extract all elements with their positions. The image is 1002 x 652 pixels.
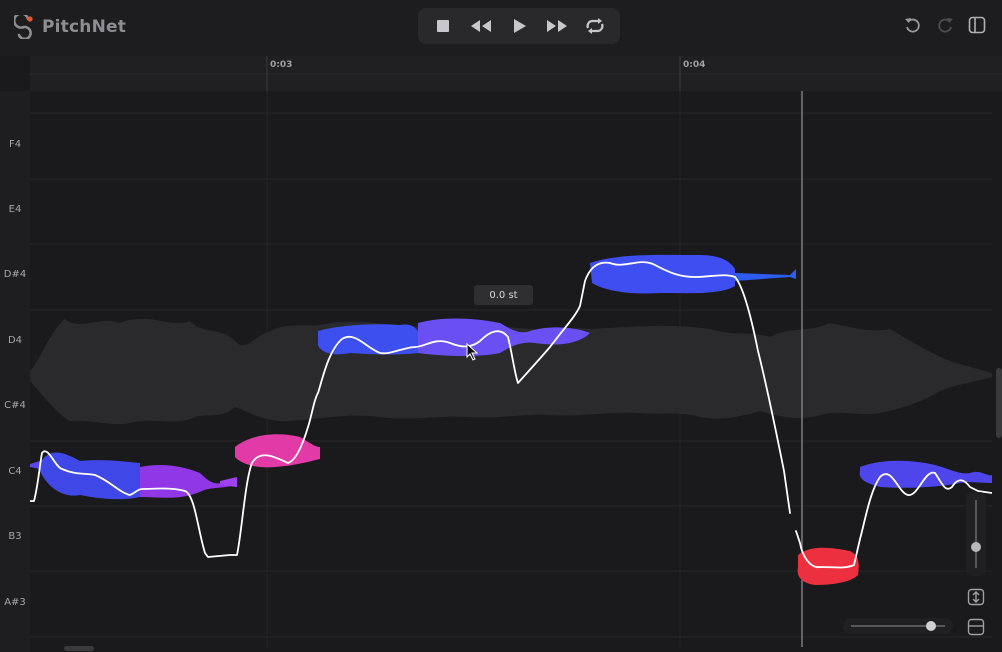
piano-key-label: B3: [8, 531, 22, 542]
panel-toggle-icon: [968, 16, 986, 34]
piano-key-label: C4: [8, 466, 22, 477]
piano-keyboard: F4 E4 D#4 D4 C#4 C4 B3 A#3: [0, 91, 30, 652]
vertical-scrollbar[interactable]: [996, 368, 1002, 438]
piano-key-label: D4: [7, 335, 23, 346]
fit-horizontal-icon: [967, 618, 985, 636]
note-blob[interactable]: [30, 461, 40, 469]
ruler-ticks: [30, 56, 1002, 91]
mouse-cursor-icon: [466, 343, 479, 361]
piano-key-label: F4: [8, 139, 22, 150]
play-button[interactable]: [505, 12, 533, 40]
timeline-ruler[interactable]: 0:03 0:04: [30, 56, 1002, 91]
fast-forward-icon: [547, 20, 567, 32]
piano-key-label: D#4: [3, 269, 27, 280]
fit-horizontal-button[interactable]: [966, 617, 986, 637]
transport-controls: [418, 8, 620, 44]
pitch-offset-tooltip: 0.0 st: [474, 285, 533, 305]
pitch-editor: 0:03 0:04 F4 E4 D#4 D4 C#4 C4 B3 A#3 0.0…: [0, 56, 1002, 652]
loop-icon: [586, 18, 604, 34]
note-blob[interactable]: [859, 460, 992, 488]
app-logo: PitchNet: [14, 13, 126, 41]
rewind-button[interactable]: [467, 12, 495, 40]
redo-icon: [938, 18, 953, 33]
top-bar: PitchNet: [0, 0, 1002, 56]
note-blob[interactable]: [590, 254, 735, 294]
piano-key-label: C#4: [4, 400, 26, 411]
note-blob[interactable]: [235, 434, 320, 468]
loop-button[interactable]: [581, 12, 609, 40]
panel-toggle-button[interactable]: [966, 14, 988, 36]
piano-key-label: E4: [8, 204, 22, 215]
undo-icon: [905, 18, 920, 33]
horizontal-zoom-thumb[interactable]: [925, 621, 936, 631]
horizontal-zoom-slider[interactable]: [843, 618, 953, 634]
note-canvas[interactable]: [30, 91, 992, 647]
play-icon: [514, 19, 526, 33]
vertical-zoom-slider[interactable]: [966, 492, 986, 576]
stop-button[interactable]: [429, 12, 457, 40]
undo-button[interactable]: [902, 14, 924, 36]
stop-icon: [437, 20, 449, 32]
vertical-zoom-track: [975, 500, 977, 568]
fit-vertical-button[interactable]: [966, 587, 986, 607]
vertical-zoom-thumb[interactable]: [971, 542, 981, 553]
redo-button[interactable]: [934, 14, 956, 36]
history-tools: [902, 14, 988, 36]
ruler-tick-label: 0:03: [270, 60, 293, 70]
rewind-icon: [471, 20, 491, 32]
piano-key-label: A#3: [4, 597, 26, 608]
app-name: PitchNet: [42, 17, 127, 37]
fast-forward-button[interactable]: [543, 12, 571, 40]
horizontal-scrollbar[interactable]: [64, 646, 94, 651]
pitchnet-logo-icon: [14, 15, 33, 39]
ruler-tick-label: 0:04: [683, 60, 706, 70]
fit-vertical-icon: [967, 588, 985, 606]
note-blob[interactable]: [735, 269, 796, 281]
